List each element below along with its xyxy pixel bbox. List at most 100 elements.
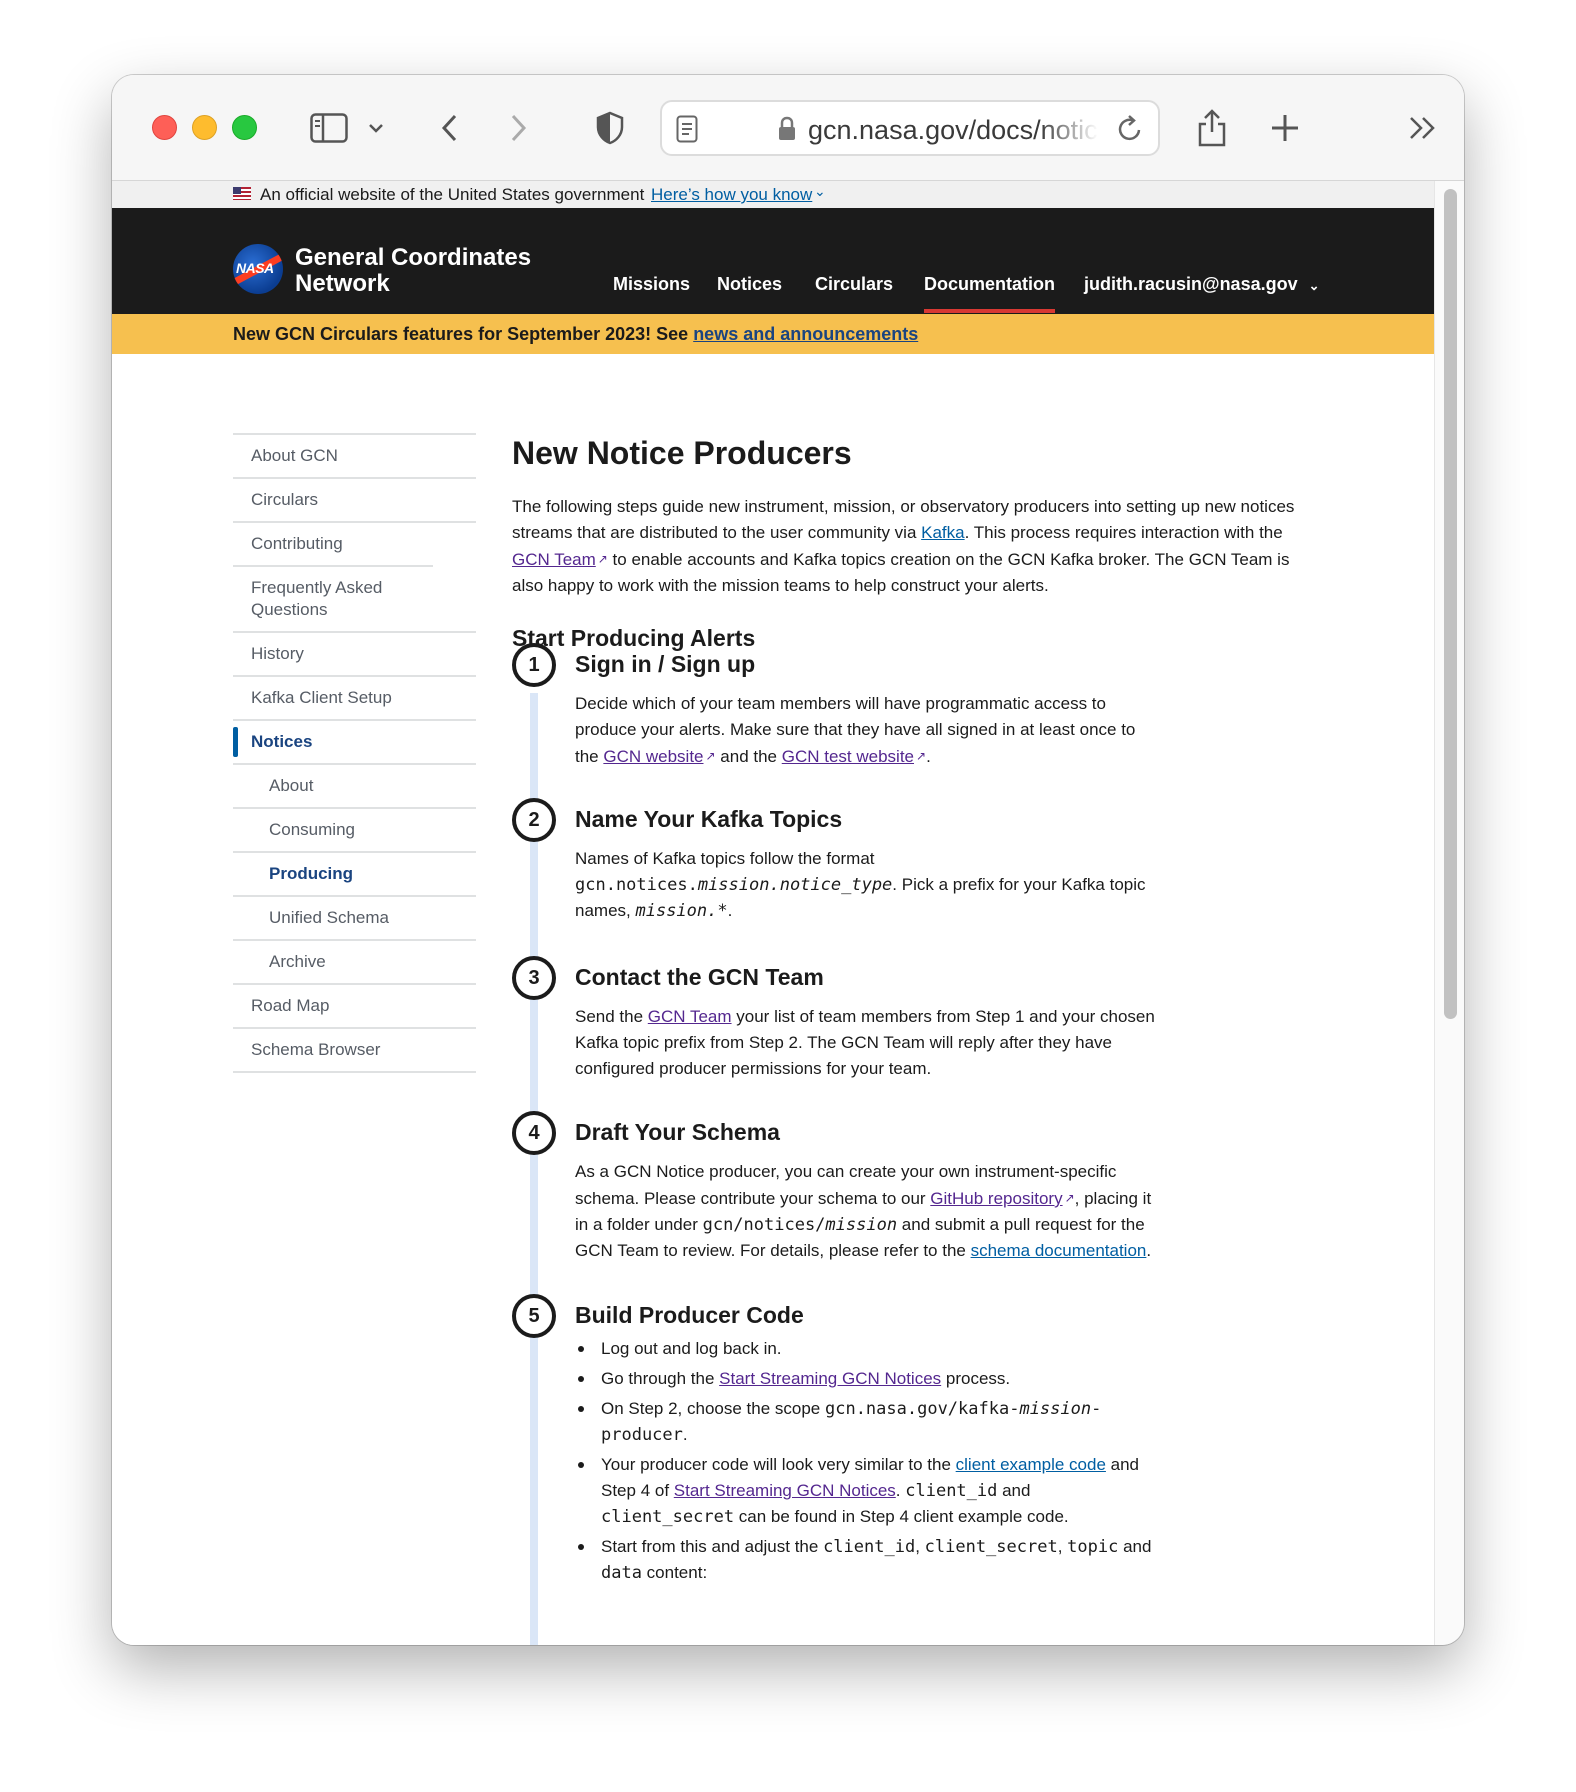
- list-item-text: process.: [941, 1369, 1011, 1388]
- intro-text-2: . This process requires interaction with…: [964, 523, 1283, 542]
- nav-circulars[interactable]: Circulars: [815, 274, 893, 295]
- news-announcements-link[interactable]: news and announcements: [693, 324, 918, 344]
- nasa-logo-icon[interactable]: NASA: [233, 244, 283, 294]
- producer-code-steps: Log out and log back in. Go through the …: [575, 1336, 1155, 1586]
- sidebar-subitem-archive[interactable]: Archive: [233, 939, 476, 983]
- step-text: .: [926, 747, 931, 766]
- tab-group-chevron-down-icon[interactable]: [364, 107, 388, 149]
- start-streaming-link[interactable]: Start Streaming GCN Notices: [674, 1481, 896, 1500]
- code-text: gcn/notices/: [702, 1215, 826, 1235]
- sidebar-subitem-unified-schema[interactable]: Unified Schema: [233, 895, 476, 939]
- list-item: Go through the Start Streaming GCN Notic…: [575, 1366, 1155, 1392]
- list-item-text: Your producer code will look very simila…: [601, 1455, 956, 1474]
- zoom-window-button[interactable]: [232, 115, 257, 140]
- github-repository-link[interactable]: GitHub repository: [930, 1189, 1062, 1208]
- step-text: .: [1146, 1241, 1152, 1260]
- new-tab-plus-icon[interactable]: [1267, 107, 1303, 149]
- list-item-text: and: [1118, 1537, 1152, 1556]
- more-tabs-chevron-icon[interactable]: [1405, 107, 1441, 149]
- external-link-icon: ↗: [597, 552, 608, 566]
- intro-text-3: to enable accounts and Kafka topics crea…: [512, 550, 1290, 595]
- step-number: 5: [512, 1294, 556, 1338]
- minimize-window-button[interactable]: [192, 115, 217, 140]
- heres-how-you-know-link[interactable]: Here’s how you know: [651, 185, 812, 205]
- lock-icon: [777, 116, 797, 147]
- section-title: Start Producing Alerts: [512, 625, 756, 651]
- list-item-text: On Step 2, choose the scope: [601, 1399, 825, 1418]
- step-number: 4: [512, 1111, 556, 1155]
- gov-banner: An official website of the United States…: [112, 181, 1434, 208]
- scrollbar-thumb[interactable]: [1444, 189, 1457, 1019]
- chevron-down-icon: ⌄: [1308, 278, 1320, 293]
- share-icon[interactable]: [1194, 107, 1230, 149]
- kafka-link[interactable]: Kafka: [921, 523, 964, 542]
- sidebar-item-contributing[interactable]: Contributing: [233, 521, 476, 565]
- announcement-text: New GCN Circulars features for September…: [233, 324, 918, 345]
- address-bar[interactable]: gcn.nasa.gov/docs/notices/producers: [660, 100, 1160, 156]
- sidebar-item-kafka-client-setup[interactable]: Kafka Client Setup: [233, 675, 476, 719]
- nav-notices[interactable]: Notices: [717, 274, 782, 295]
- sidebar-item-schema-browser[interactable]: Schema Browser: [233, 1027, 476, 1073]
- gcn-team-link[interactable]: GCN Team: [648, 1007, 732, 1026]
- list-item-text: content:: [641, 1563, 708, 1582]
- site-title-line2: Network: [295, 270, 390, 297]
- sidebar-item-road-map[interactable]: Road Map: [233, 983, 476, 1027]
- nav-missions[interactable]: Missions: [613, 274, 690, 295]
- gcn-website-link[interactable]: GCN website: [603, 747, 703, 766]
- gcn-team-link[interactable]: GCN Team: [512, 550, 596, 569]
- reader-mode-icon[interactable]: [676, 115, 698, 148]
- site-title[interactable]: General Coordinates Network: [295, 245, 531, 297]
- list-item-text: .: [682, 1425, 688, 1444]
- step-text: .: [727, 901, 733, 920]
- step-title: Build Producer Code: [575, 1302, 804, 1328]
- site-title-line1: General Coordinates: [295, 244, 532, 271]
- sidebar-item-circulars[interactable]: Circulars: [233, 477, 476, 521]
- list-item-text: ,: [915, 1537, 925, 1556]
- client-id-code: client_id: [905, 1481, 998, 1501]
- data-code: data: [601, 1563, 642, 1583]
- client-example-code-link[interactable]: client example code: [956, 1455, 1106, 1474]
- schema-folder-code: gcn/notices/mission: [703, 1215, 897, 1235]
- url-text[interactable]: gcn.nasa.gov/docs/notices/producers: [808, 115, 1098, 145]
- sidebar-nav: About GCN Circulars Contributing Frequen…: [233, 433, 476, 1073]
- close-window-button[interactable]: [152, 115, 177, 140]
- topic-format-code: gcn.notices.mission.notice_type: [575, 875, 892, 895]
- page-title: New Notice Producers: [512, 435, 852, 471]
- nav-documentation[interactable]: Documentation: [924, 274, 1056, 313]
- code-text: gcn.notices.: [575, 875, 698, 895]
- browser-toolbar: gcn.nasa.gov/docs/notices/producers: [112, 75, 1464, 181]
- step-body: Names of Kafka topics follow the format …: [575, 846, 1155, 924]
- sidebar-subitem-consuming[interactable]: Consuming: [233, 807, 476, 851]
- code-text-italic: mission: [825, 1215, 898, 1235]
- topic-code: topic: [1067, 1537, 1119, 1557]
- list-item-text: .: [895, 1481, 906, 1500]
- reload-icon[interactable]: [1116, 114, 1144, 149]
- gcn-test-website-link[interactable]: GCN test website: [782, 747, 914, 766]
- sidebar-subitem-about[interactable]: About: [233, 763, 476, 807]
- page-scrollbar[interactable]: [1434, 181, 1464, 1645]
- start-streaming-link[interactable]: Start Streaming GCN Notices: [719, 1369, 941, 1388]
- sidebar-subitem-producing[interactable]: Producing: [233, 851, 476, 895]
- announcement-banner: New GCN Circulars features for September…: [112, 314, 1434, 354]
- back-arrow-icon[interactable]: [434, 107, 464, 149]
- step-number: 2: [512, 798, 556, 842]
- sidebar-item-notices[interactable]: Notices: [233, 719, 476, 763]
- list-item-text: can be found in Step 4 client example co…: [734, 1507, 1069, 1526]
- schema-documentation-link[interactable]: schema documentation: [971, 1241, 1147, 1260]
- external-link-icon: ↗: [916, 749, 927, 763]
- list-item: On Step 2, choose the scope gcn.nasa.gov…: [575, 1396, 1155, 1448]
- external-link-icon: ↗: [1064, 1191, 1075, 1205]
- step-number: 3: [512, 956, 556, 1000]
- sidebar-item-about-gcn[interactable]: About GCN: [233, 433, 476, 477]
- chevron-down-icon[interactable]: ⌄: [814, 183, 826, 200]
- nav-user-account[interactable]: judith.racusin@nasa.gov ⌄: [1084, 274, 1320, 295]
- step-title: Contact the GCN Team: [575, 964, 824, 990]
- step-body: Decide which of your team members will h…: [575, 691, 1155, 770]
- forward-arrow-icon[interactable]: [504, 107, 534, 149]
- browser-window: gcn.nasa.gov/docs/notices/producers An o…: [112, 75, 1464, 1645]
- sidebar-item-history[interactable]: History: [233, 631, 476, 675]
- sidebar-toggle-icon[interactable]: [307, 107, 351, 149]
- sidebar-item-faq[interactable]: Frequently Asked Questions: [233, 565, 433, 631]
- privacy-shield-icon[interactable]: [595, 107, 625, 149]
- step-body: As a GCN Notice producer, you can create…: [575, 1159, 1155, 1264]
